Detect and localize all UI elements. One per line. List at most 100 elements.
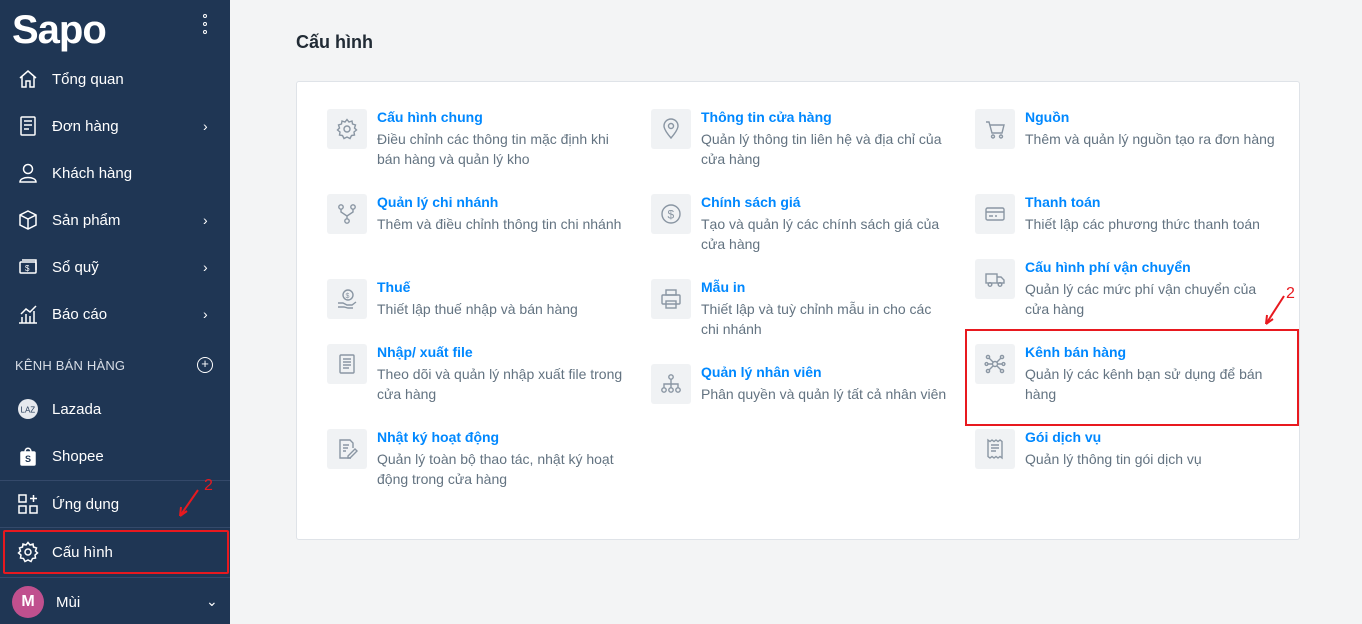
settings-highlight-box (3, 530, 229, 574)
sidebar-item-label: Lazada (52, 400, 102, 418)
settings-item-description: Quản lý thông tin liên hệ và địa chỉ của… (701, 131, 942, 167)
svg-text:LAZ: LAZ (21, 406, 36, 415)
svg-text:$: $ (668, 208, 675, 222)
sidebar: Sapo Tổng quan Đơn hàng › Khách hàng Sản… (0, 0, 230, 624)
edit-document-icon (327, 429, 367, 469)
sidebar-item-customers[interactable]: Khách hàng (0, 150, 230, 196)
sales-channels-section-title: KÊNH BÁN HÀNG (15, 358, 126, 373)
settings-item-import-export[interactable]: Nhập/ xuất file Theo dõi và quản lý nhập… (327, 344, 627, 414)
settings-item-description: Tạo và quản lý các chính sách giá của cử… (701, 216, 940, 252)
settings-item-price-policy[interactable]: $ Chính sách giá Tạo và quản lý các chín… (651, 194, 951, 264)
file-icon (327, 344, 367, 384)
settings-item-title[interactable]: Thanh toán (1025, 194, 1100, 210)
svg-text:$: $ (25, 264, 30, 273)
settings-item-description: Quản lý toàn bộ thao tác, nhật ký hoạt đ… (377, 451, 614, 487)
branch-icon (327, 194, 367, 234)
sidebar-item-label: Báo cáo (52, 305, 108, 323)
sidebar-item-label: Sản phẩm (52, 211, 121, 229)
settings-item-store-info[interactable]: Thông tin cửa hàng Quản lý thông tin liê… (651, 109, 951, 179)
settings-item-title[interactable]: Nhật ký hoạt động (377, 429, 499, 445)
chevron-right-icon: › (203, 259, 208, 275)
settings-item-title[interactable]: Cấu hình phí vận chuyển (1025, 259, 1191, 275)
settings-item-title[interactable]: Cấu hình chung (377, 109, 483, 125)
settings-item-title[interactable]: Thuế (377, 279, 410, 295)
sidebar-item-reports[interactable]: Báo cáo › (0, 291, 230, 337)
chevron-down-icon[interactable]: ⌄ (206, 593, 218, 610)
location-pin-icon (651, 109, 691, 149)
settings-item-title[interactable]: Quản lý chi nhánh (377, 194, 498, 210)
chart-icon (17, 303, 39, 325)
box-icon (17, 209, 39, 231)
settings-item-description: Điều chỉnh các thông tin mặc định khi bá… (377, 131, 609, 167)
settings-item-shipping-fees[interactable]: Cấu hình phí vận chuyển Quản lý các mức … (975, 259, 1275, 329)
settings-item-title[interactable]: Thông tin cửa hàng (701, 109, 832, 125)
settings-item-description: Thêm và quản lý nguồn tạo ra đơn hàng (1025, 131, 1275, 147)
sidebar-item-label: Shopee (52, 447, 104, 465)
settings-item-title[interactable]: Quản lý nhân viên (701, 364, 822, 380)
sidebar-item-shopee[interactable]: S Shopee (0, 433, 230, 479)
sidebar-item-orders[interactable]: Đơn hàng › (0, 103, 230, 149)
settings-item-payments[interactable]: Thanh toán Thiết lập các phương thức tha… (975, 194, 1275, 264)
sales-channels-highlight-box (965, 329, 1299, 426)
cart-icon (975, 109, 1015, 149)
settings-item-title[interactable]: Mẫu in (701, 279, 745, 295)
sapo-logo[interactable]: Sapo (12, 8, 107, 53)
tax-hand-icon: $ (327, 279, 367, 319)
printer-icon (651, 279, 691, 319)
apps-grid-icon (17, 493, 39, 515)
user-name[interactable]: Mùi (56, 594, 80, 611)
more-options-icon[interactable] (199, 14, 211, 40)
page-title: Cấu hình (296, 32, 373, 52)
shopee-icon: S (17, 445, 39, 467)
sidebar-item-label: Tổng quan (52, 70, 124, 88)
gear-icon (327, 109, 367, 149)
annotation-step-number: 2 (1286, 285, 1295, 302)
sidebar-item-label: Đơn hàng (52, 117, 119, 135)
settings-item-description: Thiết lập thuế nhập và bán hàng (377, 301, 578, 317)
settings-item-title[interactable]: Nhập/ xuất file (377, 344, 473, 360)
settings-item-description: Thiết lập và tuỳ chỉnh mẫu in cho các ch… (701, 301, 932, 337)
add-channel-icon[interactable]: + (197, 357, 213, 373)
settings-item-description: Thiết lập các phương thức thanh toán (1025, 216, 1260, 232)
svg-text:S: S (25, 454, 31, 464)
order-document-icon (17, 115, 39, 137)
settings-card: Cấu hình chung Điều chỉnh các thông tin … (296, 81, 1300, 540)
settings-item-description: Thêm và điều chỉnh thông tin chi nhánh (377, 216, 622, 232)
settings-item-print-templates[interactable]: Mẫu in Thiết lập và tuỳ chỉnh mẫu in cho… (651, 279, 951, 349)
settings-item-sources[interactable]: Nguồn Thêm và quản lý nguồn tạo ra đơn h… (975, 109, 1275, 179)
truck-icon (975, 259, 1015, 299)
receipt-icon (975, 429, 1015, 469)
settings-item-title[interactable]: Chính sách giá (701, 194, 801, 210)
chevron-right-icon: › (203, 212, 208, 228)
cashbook-icon: $ (17, 256, 39, 278)
settings-item-branches[interactable]: Quản lý chi nhánh Thêm và điều chỉnh thô… (327, 194, 627, 264)
sidebar-item-label: Ứng dụng (52, 495, 120, 513)
settings-item-description: Theo dõi và quản lý nhập xuất file trong… (377, 366, 623, 402)
org-chart-icon (651, 364, 691, 404)
settings-item-tax[interactable]: $ Thuế Thiết lập thuế nhập và bán hàng (327, 279, 627, 349)
sidebar-divider (0, 577, 230, 578)
avatar[interactable]: M (12, 586, 44, 618)
chevron-right-icon: › (203, 306, 208, 322)
settings-item-activity-log[interactable]: Nhật ký hoạt động Quản lý toàn bộ thao t… (327, 429, 627, 499)
credit-card-icon (975, 194, 1015, 234)
annotation-step-number: 2 (204, 477, 213, 494)
sidebar-item-label: Khách hàng (52, 164, 133, 182)
settings-item-title[interactable]: Gói dịch vụ (1025, 429, 1101, 445)
home-icon (17, 68, 39, 90)
chevron-right-icon: › (203, 118, 208, 134)
sidebar-item-lazada[interactable]: LAZ Lazada (0, 386, 230, 432)
user-icon (17, 162, 39, 184)
sidebar-item-label: Sổ quỹ (52, 258, 99, 276)
settings-item-title[interactable]: Nguồn (1025, 109, 1069, 125)
settings-item-general[interactable]: Cấu hình chung Điều chỉnh các thông tin … (327, 109, 627, 179)
sidebar-item-cashbook[interactable]: $ Sổ quỹ › (0, 244, 230, 290)
svg-text:$: $ (346, 293, 350, 300)
settings-item-service-package[interactable]: Gói dịch vụ Quản lý thông tin gói dịch v… (975, 429, 1275, 499)
settings-item-description: Quản lý các mức phí vận chuyển của cửa h… (1025, 281, 1257, 317)
sidebar-item-products[interactable]: Sản phẩm › (0, 197, 230, 243)
dollar-circle-icon: $ (651, 194, 691, 234)
sidebar-item-overview[interactable]: Tổng quan (0, 56, 230, 102)
settings-item-staff[interactable]: Quản lý nhân viên Phân quyền và quản lý … (651, 364, 951, 434)
sidebar-divider (0, 527, 230, 528)
